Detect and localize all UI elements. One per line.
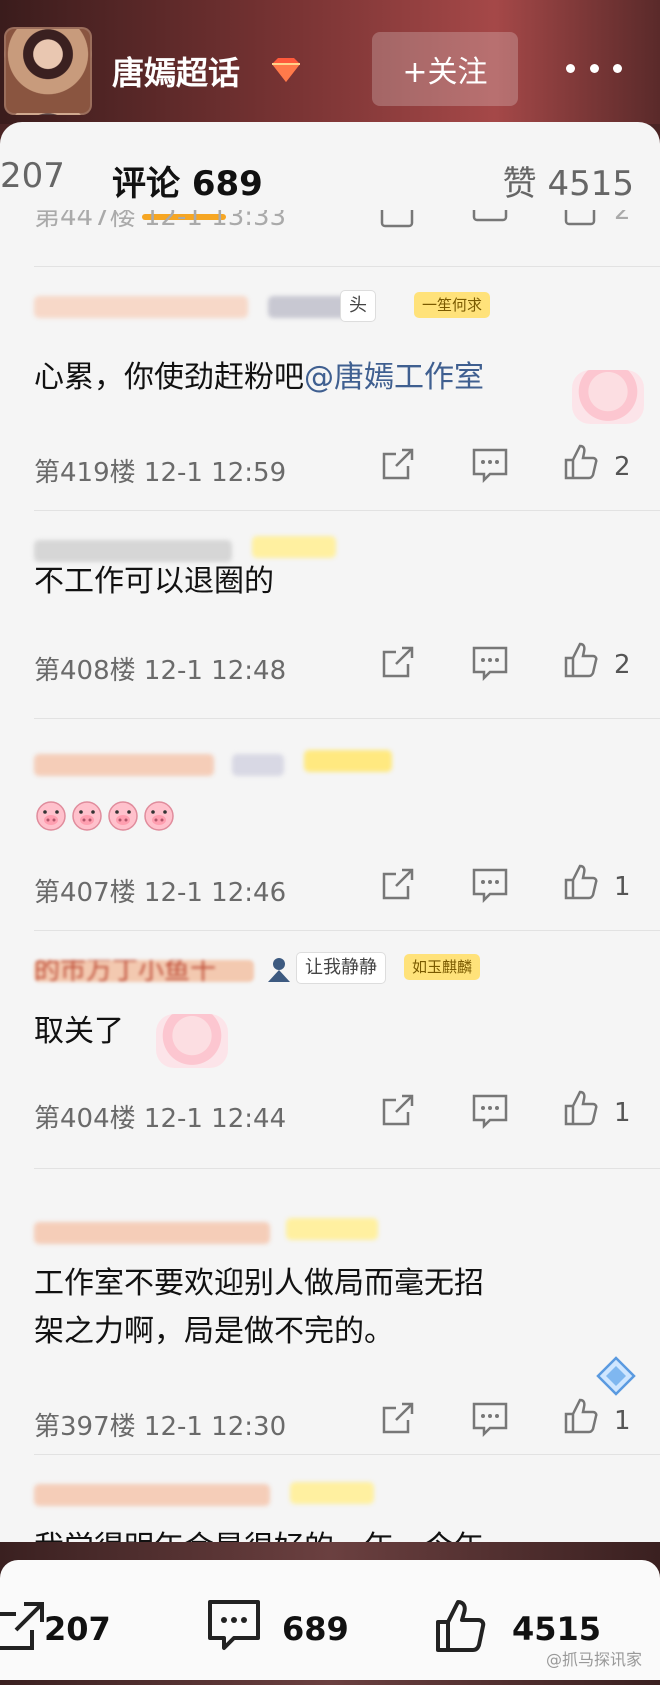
fan-badge: 一笙何求 [414, 292, 491, 318]
repost-icon[interactable] [378, 444, 418, 484]
supertopic-title: 唐嫣超话 [112, 54, 241, 92]
like-icon[interactable] [560, 442, 600, 482]
like-icon[interactable] [432, 1596, 492, 1656]
more-options-icon[interactable] [566, 50, 622, 86]
like-count: 1 [614, 1406, 631, 1436]
comment-meta: 第407楼 12-1 12:46 [34, 878, 287, 908]
comment-item: 不工作可以退圈的 第408楼 12-1 12:48 2 [0, 510, 660, 720]
comment-icon[interactable] [470, 1090, 510, 1130]
like-icon[interactable] [560, 862, 600, 902]
blurred-badge [286, 1218, 378, 1240]
like-icon[interactable] [560, 1396, 600, 1436]
member-tag: 让我静静 [296, 952, 386, 984]
comment-text: 心累，你使劲赶粉吧@唐嫣工作室 [34, 360, 484, 395]
like-count: 2 [614, 650, 631, 680]
blurred-badge [252, 536, 336, 558]
repost-count: 207 [44, 1610, 111, 1648]
comment-text: 我觉得明年会是很好的一年，今年 [34, 1524, 484, 1542]
sticker-decoration [156, 1014, 228, 1068]
tab-bar: 207 评论 689 赞 4515 [0, 122, 660, 222]
member-tag: 头 [340, 290, 376, 322]
comment-item-partial-top: 第447楼 12-1 13:33 2 [0, 210, 660, 252]
like-icon[interactable] [560, 1088, 600, 1128]
comment-item: 工作室不要欢迎别人做局而毫无招 架之力啊，局是做不完的。 第397楼 12-1 1… [0, 1168, 660, 1458]
like-icon[interactable] [560, 210, 600, 230]
comment-meta: 第447楼 12-1 13:33 [34, 210, 287, 232]
repost-icon[interactable] [378, 1090, 418, 1130]
blurred-username [34, 1484, 270, 1506]
comment-meta: 第397楼 12-1 12:30 [34, 1412, 287, 1442]
follow-button[interactable]: +关注 [372, 32, 518, 106]
comment-icon[interactable] [204, 1596, 264, 1656]
supertopic-avatar[interactable] [4, 27, 92, 115]
like-count: 2 [614, 210, 631, 226]
blurred-username [232, 754, 284, 776]
comment-item: 头 一笙何求 心累，你使劲赶粉吧@唐嫣工作室 第419楼 12-1 12:59 … [0, 266, 660, 488]
pig-emoji-icon [144, 800, 174, 831]
comment-meta: 第408楼 12-1 12:48 [34, 656, 287, 686]
pig-emoji-icon [36, 800, 66, 831]
blurred-username [34, 296, 248, 318]
repost-icon[interactable] [378, 1398, 418, 1438]
like-count: 4515 [512, 1610, 602, 1648]
comments-sheet: 207 评论 689 赞 4515 第447楼 12-1 13:33 2 头 一… [0, 122, 660, 1542]
pig-emoji-icon [72, 800, 102, 831]
comment-text [34, 790, 178, 838]
fan-badge: 如玉麒麟 [404, 954, 481, 980]
tab-repost[interactable]: 207 [0, 156, 65, 196]
comment-icon[interactable] [470, 642, 510, 682]
comment-text: 取关了 [34, 1014, 124, 1049]
repost-icon[interactable] [378, 864, 418, 904]
watermark: @抓马探讯家 [545, 1650, 642, 1669]
blurred-username: 的市万丁小鱼十 [34, 960, 254, 982]
mention-link[interactable]: @唐嫣工作室 [304, 360, 484, 395]
comment-count: 689 [282, 1610, 349, 1648]
comment-meta: 第419楼 12-1 12:59 [34, 458, 287, 488]
like-count: 2 [614, 452, 631, 482]
pig-emoji-icon [108, 800, 138, 831]
comment-item-partial-bottom: 我觉得明年会是很好的一年，今年 [0, 1454, 660, 1542]
comment-meta: 第404楼 12-1 12:44 [34, 1104, 287, 1134]
bottom-action-bar: 207 689 4515 @抓马探讯家 [0, 1542, 660, 1685]
repost-icon[interactable] [0, 1596, 50, 1656]
repost-icon[interactable] [378, 642, 418, 682]
app-header: 唐嫣超话 +关注 [0, 0, 660, 124]
blurred-badge [290, 1482, 374, 1504]
comment-icon[interactable] [470, 444, 510, 484]
diamond-sticker-icon [596, 1356, 636, 1396]
like-count: 1 [614, 872, 631, 902]
comment-item: 的市万丁小鱼十 让我静静 如玉麒麟 取关了 第404楼 12-1 12:44 1 [0, 930, 660, 1170]
comment-icon[interactable] [470, 210, 510, 230]
like-icon[interactable] [560, 640, 600, 680]
like-count: 1 [614, 1098, 631, 1128]
gem-icon [272, 58, 300, 82]
comment-item: 第407楼 12-1 12:46 1 [0, 718, 660, 958]
blurred-badge [304, 750, 392, 772]
tab-comment[interactable]: 评论 689 [112, 156, 263, 205]
sticker-decoration [572, 370, 644, 424]
blurred-username [34, 1222, 270, 1244]
avatar-frame-icon [268, 958, 290, 982]
comment-icon[interactable] [470, 864, 510, 904]
tab-like[interactable]: 赞 4515 [503, 156, 634, 205]
repost-icon[interactable] [378, 210, 418, 230]
comment-text: 工作室不要欢迎别人做局而毫无招 架之力啊，局是做不完的。 [34, 1266, 484, 1349]
blurred-username [34, 754, 214, 776]
comment-icon[interactable] [470, 1398, 510, 1438]
comment-text: 不工作可以退圈的 [34, 564, 274, 599]
